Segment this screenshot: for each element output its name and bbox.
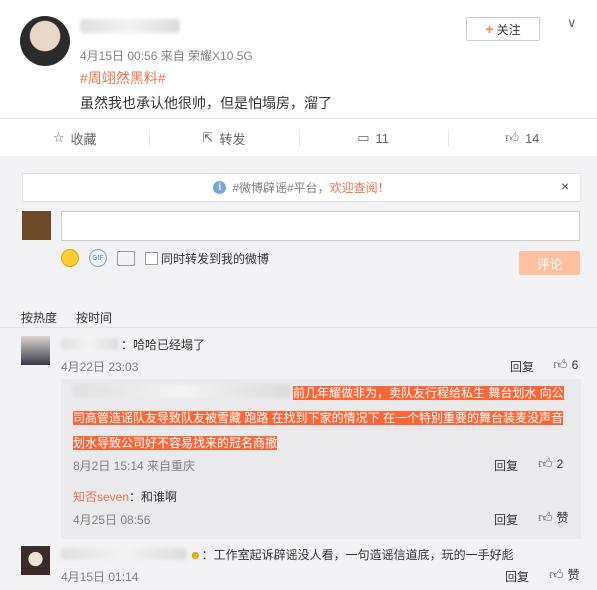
sub-comment-2-time: 4月25日 08:56	[73, 513, 151, 527]
like-button[interactable]: 👍︎ 14	[447, 119, 597, 157]
tab-sort-hot[interactable]: 按热度	[21, 309, 57, 326]
thumb-up-icon: 👍︎	[538, 455, 553, 471]
sub2-reply-button[interactable]: 回复	[494, 511, 518, 528]
comment-2-like-button[interactable]: 👍︎ 赞	[549, 566, 580, 583]
repost-button[interactable]: ⇱ 转发	[149, 119, 298, 157]
sub-comment-line-3: 划水导致公司好不容易找来的冠名商撤	[73, 436, 278, 450]
thumb-up-icon: 👍︎	[549, 566, 564, 582]
info-icon: i	[213, 181, 227, 194]
action-bar: ☆ 收藏 ⇱ 转发 ▭ 11 👍︎ 14	[0, 118, 597, 158]
comment-time: 4月22日 23:03	[61, 360, 139, 374]
reply-label: 回复	[505, 570, 530, 584]
badge-icon: ☻	[189, 548, 202, 562]
thumb-up-icon: 👍︎	[553, 356, 568, 372]
sub-commenter-name[interactable]: 知否seven	[73, 490, 129, 504]
commenter-name-blurred[interactable]	[61, 548, 187, 560]
comment-count: 11	[375, 130, 390, 146]
thumb-up-icon: 👍︎	[538, 509, 553, 525]
star-icon: ☆	[52, 130, 65, 145]
comment-2-reply-button[interactable]: 回复	[505, 568, 529, 585]
sub-comment-2: 知否seven：和谁啊	[73, 488, 177, 505]
comment-2-like-label: 赞	[567, 568, 580, 582]
tab-sort-time[interactable]: 按时间	[76, 309, 112, 326]
post-hashtag[interactable]: #周翊然黑料#	[80, 68, 166, 88]
collect-label: 收藏	[70, 131, 97, 147]
sub-comment-line-1: 前几年耀做非为，卖队友行程给私生 舞台划水 向公	[293, 386, 564, 400]
image-icon[interactable]	[117, 250, 135, 266]
sub-comment-time: 8月2日 15:14 来自重庆	[73, 459, 196, 473]
comment-icon: ▭	[357, 130, 370, 145]
sub-reply-button[interactable]: 回复	[494, 457, 518, 474]
notice-text: #微博辟谣#平台，	[232, 181, 330, 195]
emoji-icon[interactable]	[61, 249, 79, 267]
close-icon[interactable]: ×	[561, 178, 569, 194]
thumb-up-icon: 👍︎	[505, 130, 519, 145]
notice-link[interactable]: 欢迎查阅！	[330, 179, 390, 196]
sub-like-count: 2	[556, 456, 564, 471]
collect-button[interactable]: ☆ 收藏	[0, 119, 149, 157]
follow-button[interactable]: + 关注	[466, 17, 540, 41]
commenter-avatar[interactable]	[21, 336, 50, 365]
post-text: 虽然我也承认他很帅，但是怕塌房，溜了	[80, 95, 332, 111]
follow-label: 关注	[496, 22, 521, 37]
share-icon: ⇱	[202, 130, 214, 145]
comment-button[interactable]: ▭ 11	[298, 119, 448, 157]
comment-2-time: 4月15日 01:14	[61, 570, 139, 584]
repost-checkbox-row[interactable]: 同时转发到我的微博	[145, 250, 269, 267]
author-avatar[interactable]	[20, 16, 70, 66]
repost-label: 转发	[219, 131, 246, 147]
divider	[0, 327, 597, 328]
repost-checkbox[interactable]	[145, 251, 158, 265]
plus-icon: +	[485, 21, 494, 37]
sub-like-button[interactable]: 👍︎ 2	[538, 455, 563, 472]
sub-commenter-blurred[interactable]	[73, 384, 291, 398]
gif-icon[interactable]: GIF	[89, 249, 107, 267]
chevron-down-icon[interactable]: ∨	[567, 15, 577, 31]
sub-comment-2-text: ：和谁啊	[129, 490, 178, 504]
reply-label: 回复	[510, 360, 535, 374]
comment-reply-button[interactable]: 回复	[510, 358, 534, 375]
commenter-avatar[interactable]	[21, 546, 50, 575]
submit-comment-button[interactable]: 评论	[519, 251, 580, 275]
repost-checkbox-label: 同时转发到我的微博	[161, 251, 270, 266]
sub2-like-label: 赞	[556, 511, 569, 525]
comment-2-text: ☻：工作室起诉辟谣没人看，一句造谣信道底，玩的一手好彪	[189, 548, 514, 562]
reply-label: 回复	[494, 459, 519, 473]
post-time-source: 4月15日 00:56 来自 荣耀X10 5G	[80, 49, 253, 63]
sub-comment-line-2: 司高管造谣队友导致队友被雪藏 跑路 在找到下家的情况下 在一个特别重要的舞台装麦…	[73, 411, 564, 425]
notice-bar: i #微博辟谣#平台， 欢迎查阅！	[22, 173, 581, 202]
comment-like-button[interactable]: 👍︎ 6	[553, 356, 578, 373]
like-count: 14	[524, 130, 540, 146]
my-avatar	[22, 211, 51, 240]
reply-label: 回复	[494, 513, 519, 527]
comment-like-count: 6	[571, 357, 579, 372]
comment-text: ：哈哈已经塌了	[121, 338, 206, 352]
sub2-like-button[interactable]: 👍︎ 赞	[538, 509, 569, 526]
author-name-blurred[interactable]	[80, 19, 180, 33]
comment-input[interactable]	[61, 211, 580, 241]
composer-tools: GIF 同时转发到我的微博	[61, 249, 269, 267]
commenter-name-blurred[interactable]	[61, 338, 119, 350]
